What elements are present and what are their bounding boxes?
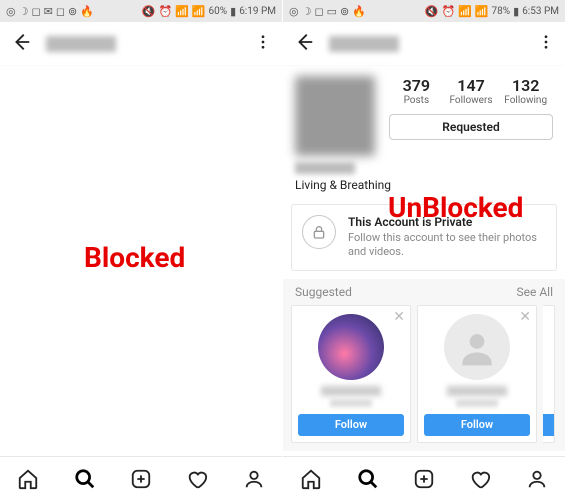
more-options-button[interactable]	[254, 33, 272, 55]
suggested-username	[330, 399, 372, 407]
heart-icon	[469, 468, 491, 490]
status-icons-left: ◎☽◻▭⊚🔥	[289, 6, 366, 17]
home-icon	[17, 468, 39, 490]
phone-left-blocked: ◎☽◻✉◻⊚🔥 🔇⏰📶📶 60% ▮ 6:19 PM Blocked	[0, 0, 283, 500]
profile-username	[46, 36, 116, 52]
clock: 6:19 PM	[239, 6, 276, 17]
suggested-cards-row[interactable]: ✕ Follow ✕ Follow	[283, 305, 565, 451]
status-icons-right: 🔇⏰📶📶 60% ▮ 6:19 PM	[142, 6, 276, 17]
suggested-section: Suggested See All ✕ Follow ✕	[283, 279, 565, 451]
more-vertical-icon	[537, 33, 555, 51]
search-icon	[357, 468, 379, 490]
private-account-notice: This Account is Private Follow this acco…	[291, 204, 557, 271]
suggested-card: ✕ Follow	[291, 305, 411, 443]
suggested-name	[321, 386, 381, 396]
nav-home[interactable]	[6, 457, 50, 501]
profile-bio: Living & Breathing	[283, 160, 565, 200]
heart-icon	[186, 468, 208, 490]
more-vertical-icon	[254, 33, 272, 51]
nav-new-post[interactable]	[119, 457, 163, 501]
nav-profile[interactable]	[232, 457, 276, 501]
profile-username	[329, 36, 399, 52]
suggested-header-label: Suggested	[295, 285, 352, 299]
suggested-name	[447, 386, 507, 396]
overlay-label-blocked: Blocked	[84, 241, 185, 274]
search-icon	[74, 468, 96, 490]
bottom-nav	[0, 456, 282, 500]
profile-content-unblocked: UnBlocked 379 Posts 147 Followers 132 Fo…	[283, 66, 565, 456]
nav-activity[interactable]	[458, 457, 502, 501]
plus-square-icon	[130, 468, 152, 490]
suggested-card-peek[interactable]	[543, 305, 555, 443]
profile-header	[0, 22, 282, 66]
close-icon[interactable]: ✕	[519, 310, 531, 324]
suggested-avatar[interactable]	[444, 314, 510, 380]
suggested-see-all[interactable]: See All	[517, 285, 554, 299]
private-subtitle: Follow this account to see their photos …	[348, 231, 546, 260]
clock: 6:53 PM	[522, 6, 559, 17]
person-icon	[526, 468, 548, 490]
suggested-username	[456, 399, 498, 407]
arrow-left-icon	[293, 31, 315, 53]
more-options-button[interactable]	[537, 33, 555, 55]
suggested-card: ✕ Follow	[417, 305, 537, 443]
lock-icon	[302, 215, 336, 249]
close-icon[interactable]: ✕	[393, 310, 405, 324]
stat-followers[interactable]: 147 Followers	[444, 76, 499, 106]
status-bar: ◎☽◻▭⊚🔥 🔇⏰📶📶 78% ▮ 6:53 PM	[283, 0, 565, 22]
profile-header	[283, 22, 565, 66]
follow-requested-button[interactable]: Requested	[389, 114, 553, 140]
back-button[interactable]	[293, 31, 315, 57]
stat-following[interactable]: 132 Following	[498, 76, 553, 106]
profile-stats: 379 Posts 147 Followers 132 Following Re…	[389, 76, 553, 156]
back-button[interactable]	[10, 31, 32, 57]
follow-button[interactable]: Follow	[298, 414, 404, 436]
nav-activity[interactable]	[175, 457, 219, 501]
nav-search[interactable]	[346, 457, 390, 501]
profile-display-name	[295, 162, 355, 174]
status-icons-left: ◎☽◻✉◻⊚🔥	[6, 6, 94, 17]
status-bar: ◎☽◻✉◻⊚🔥 🔇⏰📶📶 60% ▮ 6:19 PM	[0, 0, 282, 22]
profile-avatar[interactable]	[295, 76, 375, 156]
nav-search[interactable]	[63, 457, 107, 501]
home-icon	[300, 468, 322, 490]
profile-bio-text: Living & Breathing	[295, 178, 553, 192]
suggested-avatar[interactable]	[318, 314, 384, 380]
profile-content-blocked: Blocked	[0, 66, 282, 456]
nav-new-post[interactable]	[402, 457, 446, 501]
stat-posts[interactable]: 379 Posts	[389, 76, 444, 106]
battery-percent: 78%	[492, 6, 511, 17]
arrow-left-icon	[10, 31, 32, 53]
battery-percent: 60%	[209, 6, 228, 17]
profile-top-row: 379 Posts 147 Followers 132 Following Re…	[283, 66, 565, 160]
nav-profile[interactable]	[515, 457, 559, 501]
nav-home[interactable]	[289, 457, 333, 501]
follow-button[interactable]: Follow	[424, 414, 530, 436]
private-title: This Account is Private	[348, 215, 546, 229]
bottom-nav	[283, 456, 565, 500]
plus-square-icon	[413, 468, 435, 490]
status-icons-right: 🔇⏰📶📶 78% ▮ 6:53 PM	[425, 6, 559, 17]
person-icon	[243, 468, 265, 490]
phone-right-unblocked: ◎☽◻▭⊚🔥 🔇⏰📶📶 78% ▮ 6:53 PM UnBlocked 379	[283, 0, 566, 500]
